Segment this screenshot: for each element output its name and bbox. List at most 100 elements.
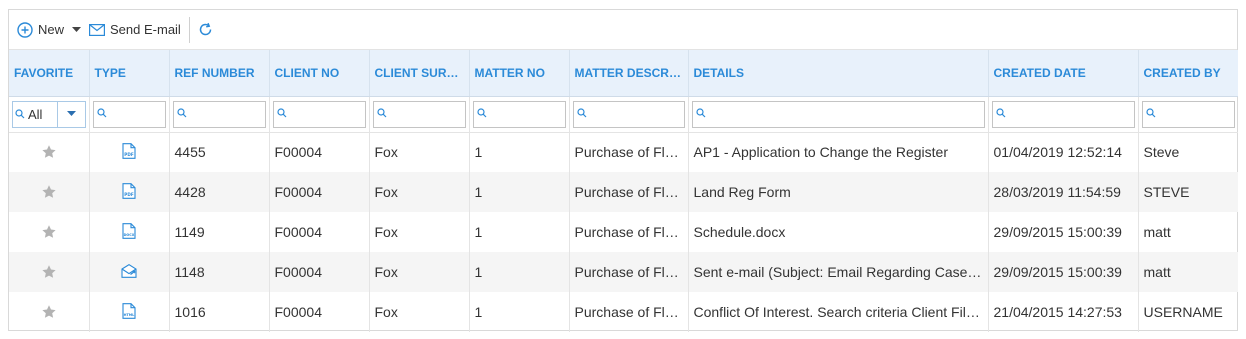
- plus-circle-icon: [17, 21, 33, 38]
- ref-number-cell: 1148: [169, 252, 270, 292]
- details-filter-input[interactable]: [692, 101, 984, 127]
- sent-email-icon: [121, 263, 137, 281]
- table-row[interactable]: PDF 4455F00004Fox1Purchase of Flat 1, 5 L…: [9, 132, 1238, 172]
- table-row[interactable]: HTML 1016F00004Fox1Purchase of Flat 1, 5 …: [9, 292, 1238, 332]
- type-cell: HTML: [89, 292, 170, 332]
- new-button-label: New: [38, 22, 65, 37]
- search-icon: [376, 107, 386, 117]
- docx-file-icon: DOCX: [122, 222, 136, 242]
- ref-number-cell: 1016: [169, 292, 270, 332]
- column-header-matter-no[interactable]: MATTER NO: [469, 50, 570, 97]
- star-icon[interactable]: [42, 304, 56, 321]
- ref-number-cell: 4455: [169, 132, 270, 172]
- column-header-client-no[interactable]: CLIENT NO: [269, 50, 370, 97]
- created-date-cell: 28/03/2019 11:54:59: [988, 172, 1139, 212]
- svg-text:HTML: HTML: [124, 313, 136, 317]
- column-header-details[interactable]: DETAILS: [688, 50, 989, 97]
- column-header-created-date[interactable]: CREATED DATE: [988, 50, 1139, 97]
- created-date-filter-input[interactable]: [992, 101, 1134, 127]
- client-surname-cell: Fox: [369, 212, 470, 252]
- details-filter-cell: [688, 96, 989, 133]
- column-header-client-surname[interactable]: CLIENT SURNAME: [369, 50, 470, 97]
- created-by-cell: matt: [1143, 224, 1171, 240]
- column-header-ref-number[interactable]: REF NUMBER: [169, 50, 270, 97]
- table-row[interactable]: 1148F00004Fox1Purchase of Flat 1, 5 Live…: [9, 252, 1238, 292]
- favorite-filter-select[interactable]: All: [12, 100, 86, 128]
- table-row[interactable]: PDF 4428F00004Fox1Purchase of Flat 1, 5 L…: [9, 172, 1238, 212]
- created-date-filter-input-box: [991, 100, 1135, 128]
- table-body: PDF4455F00004Fox1Purchase of Flat 1, 5 L…: [9, 132, 1238, 332]
- refresh-button[interactable]: [194, 16, 217, 44]
- client-no-cell: F00004: [269, 212, 370, 252]
- new-button[interactable]: New: [13, 16, 85, 44]
- search-icon: [476, 107, 486, 117]
- search-icon: [995, 107, 1005, 117]
- svg-text:PDF: PDF: [124, 152, 134, 157]
- column-header-matter-description[interactable]: MATTER DESCRIPTION: [569, 50, 689, 97]
- matter-description-cell: Purchase of Flat 1, 5 Liverpool Street: [569, 252, 689, 292]
- search-icon: [176, 107, 186, 117]
- svg-text:PDF: PDF: [124, 192, 134, 197]
- client-no-filter-input-box: [272, 100, 366, 128]
- ref-number-filter-input[interactable]: [173, 101, 265, 127]
- send-email-label: Send E-mail: [110, 22, 181, 37]
- send-email-button[interactable]: Send E-mail: [85, 16, 185, 44]
- matter-description-cell: Purchase of Flat 1, 5 Liverpool Street: [569, 212, 689, 252]
- table-row[interactable]: DOCX 1149F00004Fox1Purchase of Flat 1, 5 …: [9, 212, 1238, 252]
- star-icon[interactable]: [42, 264, 56, 281]
- matter-description-filter-input-box: [572, 100, 685, 128]
- client-no-cell: F00004: [269, 252, 370, 292]
- column-header-favorite[interactable]: FAVORITE: [9, 50, 90, 97]
- favorite-filter-value: All: [28, 106, 43, 122]
- matter-no-cell: 1: [469, 132, 570, 172]
- header-row: FAVORITE TYPE REF NUMBER CLIENT NO CLIEN…: [9, 50, 1238, 97]
- client-surname-filter-input-box: [372, 100, 466, 128]
- matter-no-cell: 1: [469, 292, 570, 332]
- type-filter-input-box: [92, 100, 166, 128]
- star-icon[interactable]: [42, 224, 56, 241]
- created-by-filter-input-box: [1141, 100, 1235, 128]
- details-cell: Sent e-mail (Subject: Email Regarding Ca…: [688, 252, 989, 292]
- client-no-filter-cell: [269, 96, 370, 133]
- client-no-cell: F00004: [269, 132, 370, 172]
- favorite-filter-dropdown-button[interactable]: [58, 102, 85, 127]
- client-no-filter-input[interactable]: [273, 101, 365, 127]
- search-icon: [96, 107, 106, 117]
- matter-description-filter-cell: [569, 96, 689, 133]
- pdf-file-icon: PDF: [122, 142, 136, 162]
- details-cell: Schedule.docx: [688, 212, 989, 252]
- client-no-cell: F00004: [269, 292, 370, 332]
- favorite-filter-value-box: All: [13, 101, 58, 127]
- star-icon[interactable]: [42, 145, 56, 161]
- client-surname-cell: Fox: [369, 252, 470, 292]
- envelope-icon: [89, 23, 106, 36]
- client-surname-filter-input[interactable]: [373, 101, 465, 127]
- matter-description-filter-input[interactable]: [573, 101, 684, 127]
- favorite-filter-cell: All: [9, 96, 90, 133]
- documents-grid: New Send E-mail FAVORITE TYPE REF NUMBER…: [8, 9, 1238, 332]
- created-date-cell: 21/04/2015 14:27:53: [988, 292, 1139, 332]
- created-by-cell: STEVE: [1138, 172, 1238, 212]
- favorite-cell: [9, 252, 90, 292]
- search-icon: [695, 107, 705, 117]
- documents-table: FAVORITE TYPE REF NUMBER CLIENT NO CLIEN…: [9, 50, 1238, 332]
- created-by-filter-input[interactable]: [1142, 101, 1234, 127]
- search-icon: [1145, 107, 1155, 117]
- client-surname-cell: Fox: [369, 292, 470, 332]
- created-date-filter-cell: [988, 96, 1139, 133]
- matter-no-filter-input[interactable]: [473, 101, 565, 127]
- type-cell: PDF: [89, 132, 170, 172]
- column-header-type[interactable]: TYPE: [89, 50, 170, 97]
- column-header-created-by[interactable]: CREATED BY: [1138, 50, 1238, 97]
- toolbar: New Send E-mail: [9, 10, 1237, 50]
- details-cell: AP1 - Application to Change the Register: [688, 132, 989, 172]
- matter-description-cell: Purchase of Flat 1, 5 Liverpool Street: [569, 292, 689, 332]
- details-cell: Conflict Of Interest. Search criteria Cl…: [688, 292, 989, 332]
- matter-description-cell: Purchase of Flat 1, 5 Liverpool Street: [569, 172, 689, 212]
- caret-down-icon[interactable]: [72, 26, 82, 33]
- matter-no-cell: 1: [469, 252, 570, 292]
- star-icon[interactable]: [42, 184, 56, 201]
- search-icon: [576, 107, 586, 117]
- search-icon: [15, 109, 25, 119]
- filter-row: All: [9, 96, 1238, 133]
